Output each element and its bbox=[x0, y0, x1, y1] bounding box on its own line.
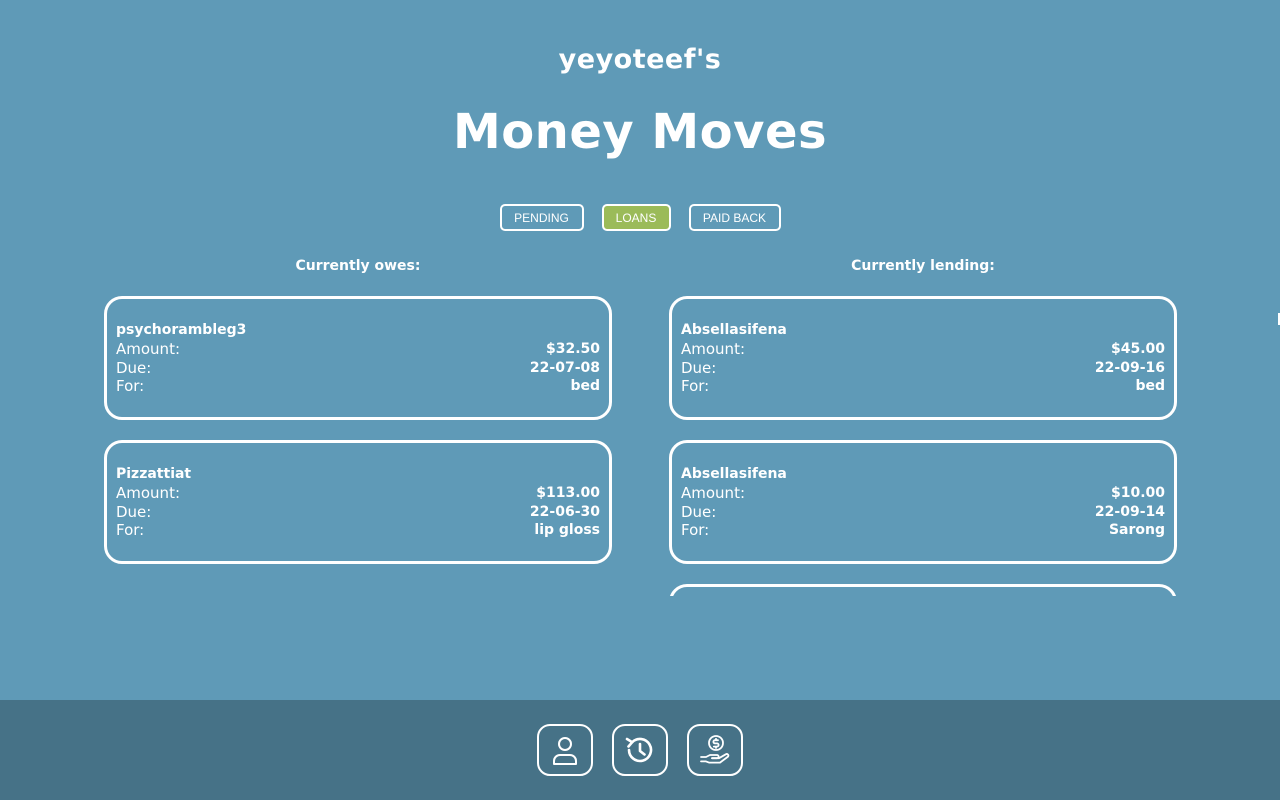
amount-value: $45.00 bbox=[1110, 341, 1165, 357]
amount-value: $10.00 bbox=[1110, 485, 1165, 501]
due-label: Due: bbox=[116, 502, 152, 521]
money-button[interactable] bbox=[687, 724, 743, 776]
due-label: Due: bbox=[681, 502, 717, 521]
tab-loans[interactable]: LOANS bbox=[601, 204, 671, 231]
amount-value: $32.50 bbox=[545, 341, 600, 357]
user-icon bbox=[550, 734, 580, 766]
profile-button[interactable] bbox=[537, 724, 593, 776]
for-row: For: Sarong bbox=[681, 521, 1165, 540]
amount-value: $113.00 bbox=[536, 485, 600, 501]
for-value: Sarong bbox=[1108, 522, 1165, 538]
owes-heading: Currently owes: bbox=[295, 258, 421, 274]
for-row: For: bed bbox=[681, 377, 1165, 396]
amount-row: Amount: $32.50 bbox=[116, 340, 600, 359]
for-label: For: bbox=[681, 521, 710, 539]
due-value: 22-07-08 bbox=[529, 359, 600, 376]
app-page: yeyoteef's Money Moves PENDING LOANS PAI… bbox=[0, 0, 1280, 800]
due-row: Due: 22-09-14 bbox=[681, 503, 1165, 522]
owes-list[interactable]: psychorambleg3 Amount: $32.50 Due: 22-07… bbox=[104, 296, 612, 596]
due-row: Due: 22-06-30 bbox=[116, 503, 600, 522]
owes-card[interactable]: psychorambleg3 Amount: $32.50 Due: 22-07… bbox=[104, 296, 612, 420]
due-label: Due: bbox=[681, 358, 717, 377]
for-value: lip gloss bbox=[534, 522, 600, 538]
for-value: bed bbox=[570, 378, 600, 394]
lending-card[interactable]: Absellasifena Amount: $10.00 Due: 22-09-… bbox=[669, 440, 1177, 564]
amount-row: Amount: $113.00 bbox=[116, 484, 600, 503]
amount-label: Amount: bbox=[116, 340, 180, 358]
amount-label: Amount: bbox=[681, 340, 745, 358]
for-label: For: bbox=[116, 521, 145, 539]
for-row: For: lip gloss bbox=[116, 521, 600, 540]
history-button[interactable] bbox=[612, 724, 668, 776]
due-value: 22-06-30 bbox=[529, 503, 600, 520]
amount-label: Amount: bbox=[116, 484, 180, 502]
amount-row: Amount: $45.00 bbox=[681, 340, 1165, 359]
borrower-name: Pizzattiat bbox=[116, 466, 192, 482]
lender-name: Absellasifena bbox=[681, 466, 787, 482]
lending-list[interactable]: Absellasifena Amount: $45.00 Due: 22-09-… bbox=[669, 296, 1177, 596]
due-value: 22-09-16 bbox=[1094, 359, 1165, 376]
tab-bar: PENDING LOANS PAID BACK bbox=[0, 204, 1280, 231]
borrower-name: psychorambleg3 bbox=[116, 322, 247, 338]
amount-label: Amount: bbox=[681, 484, 745, 502]
lender-name: Absellasifena bbox=[681, 322, 787, 338]
due-row: Due: 22-07-08 bbox=[116, 359, 600, 378]
footer-nav bbox=[0, 700, 1280, 800]
due-row: Due: 22-09-16 bbox=[681, 359, 1165, 378]
money-hand-icon bbox=[698, 733, 732, 767]
for-row: For: bed bbox=[116, 377, 600, 396]
for-label: For: bbox=[681, 377, 710, 395]
owes-card[interactable]: Pizzattiat Amount: $113.00 Due: 22-06-30… bbox=[104, 440, 612, 564]
lending-card-partial[interactable] bbox=[669, 584, 1177, 596]
for-label: For: bbox=[116, 377, 145, 395]
history-icon bbox=[623, 733, 657, 767]
app-title: Money Moves bbox=[452, 104, 828, 160]
owner-title: yeyoteef's bbox=[558, 44, 722, 75]
lending-card[interactable]: Absellasifena Amount: $45.00 Due: 22-09-… bbox=[669, 296, 1177, 420]
due-value: 22-09-14 bbox=[1094, 503, 1165, 520]
for-value: bed bbox=[1135, 378, 1165, 394]
lending-heading: Currently lending: bbox=[851, 258, 995, 274]
tab-paid-back[interactable]: PAID BACK bbox=[688, 204, 781, 231]
due-label: Due: bbox=[116, 358, 152, 377]
amount-row: Amount: $10.00 bbox=[681, 484, 1165, 503]
tab-pending[interactable]: PENDING bbox=[499, 204, 584, 231]
